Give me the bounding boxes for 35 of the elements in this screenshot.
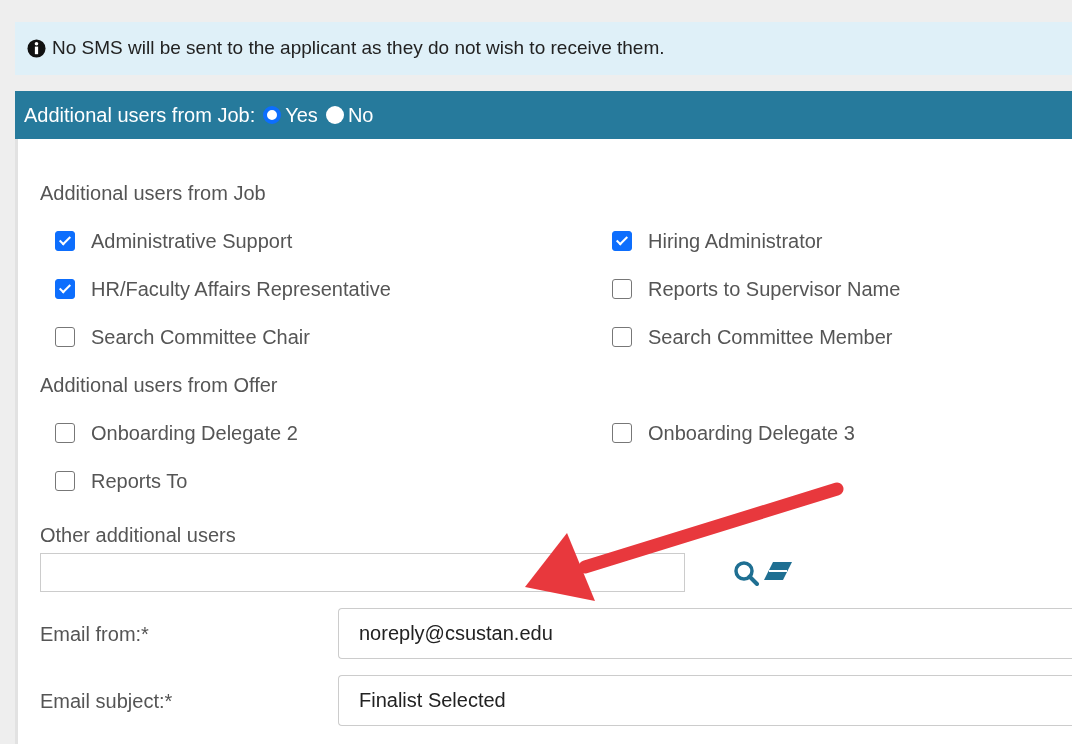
checkbox[interactable] xyxy=(612,231,632,251)
checkbox-label[interactable]: Reports To xyxy=(91,466,188,496)
radio-option[interactable]: Yes xyxy=(263,100,318,130)
checkbox[interactable] xyxy=(55,279,75,299)
checkbox-label[interactable]: HR/Faculty Affairs Representative xyxy=(91,274,391,304)
search-icon[interactable] xyxy=(733,559,759,586)
input-field[interactable]: noreply@csustan.edu xyxy=(338,608,1072,659)
input-field[interactable] xyxy=(40,553,685,592)
input-field[interactable]: Finalist Selected xyxy=(338,675,1072,726)
field-label: Email subject:* xyxy=(40,688,174,714)
checkbox[interactable] xyxy=(55,423,75,443)
checkbox-label[interactable]: Reports to Supervisor Name xyxy=(648,274,901,304)
radio-option[interactable]: No xyxy=(325,100,374,130)
info-icon xyxy=(27,39,46,58)
checkbox[interactable] xyxy=(55,231,75,251)
group-title: Additional users from Offer xyxy=(40,373,279,398)
checkbox-label[interactable]: Onboarding Delegate 2 xyxy=(91,418,298,448)
group-title: Additional users from Job xyxy=(40,181,267,206)
alert-text: No SMS will be sent to the applicant as they do not wish to receive them. xyxy=(52,36,665,61)
checkbox[interactable] xyxy=(55,471,75,491)
radio-button[interactable] xyxy=(325,106,344,124)
checkbox[interactable] xyxy=(612,279,632,299)
checkbox-label[interactable]: Search Committee Chair xyxy=(91,322,310,352)
checkbox-label[interactable]: Administrative Support xyxy=(91,226,293,256)
checkbox[interactable] xyxy=(612,327,632,347)
field-label: Email from:* xyxy=(40,621,150,647)
radio-button[interactable] xyxy=(263,106,282,124)
field-label: Other additional users xyxy=(40,523,237,548)
checkbox-label[interactable]: Search Committee Member xyxy=(648,322,893,352)
checkbox[interactable] xyxy=(55,327,75,347)
eraser-icon[interactable] xyxy=(763,559,793,582)
checkbox-label[interactable]: Hiring Administrator xyxy=(648,226,823,256)
checkbox[interactable] xyxy=(612,423,632,443)
header-label: Additional users from Job: xyxy=(24,103,256,128)
checkbox-label[interactable]: Onboarding Delegate 3 xyxy=(648,418,855,448)
